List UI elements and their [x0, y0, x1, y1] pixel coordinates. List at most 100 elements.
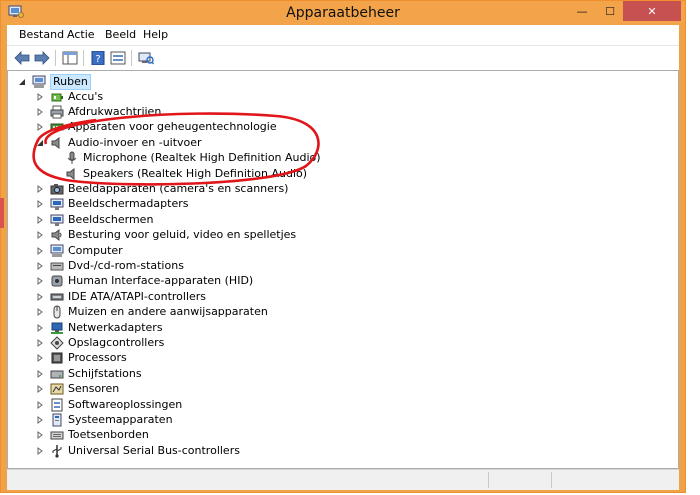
tree-category-label: Audio-invoer en -uitvoer [68, 135, 202, 149]
expand-arrow-icon[interactable] [35, 385, 44, 394]
tree-category-item[interactable]: Systeemapparaten [35, 412, 173, 427]
tree-category-item[interactable]: Besturing voor geluid, video en spelletj… [35, 228, 296, 243]
device-tree-panel[interactable]: Ruben Accu's Afdrukwachtrijen Apparaten vo… [7, 70, 679, 469]
ide-controller-icon [50, 290, 64, 304]
expand-arrow-icon[interactable] [35, 215, 44, 224]
expand-arrow-icon[interactable] [35, 400, 44, 409]
camera-icon [50, 182, 64, 196]
expand-arrow-icon[interactable] [35, 338, 44, 347]
show-hide-console-tree-button[interactable] [61, 49, 79, 67]
scan-hardware-button[interactable] [137, 49, 155, 67]
expand-arrow-icon[interactable] [35, 308, 44, 317]
menu-help[interactable]: Help [143, 28, 168, 41]
tree-category-label: Beeldschermadapters [68, 197, 189, 211]
forward-button[interactable] [33, 49, 51, 67]
tree-category-item[interactable]: Accu's [35, 89, 103, 104]
sensor-icon [50, 382, 64, 396]
collapse-arrow-icon[interactable] [17, 77, 26, 86]
toolbar: ? [7, 45, 679, 70]
processor-icon [50, 351, 64, 365]
toolbar-separator [55, 50, 56, 66]
expand-arrow-icon[interactable] [35, 277, 44, 286]
sound-icon [50, 228, 64, 242]
tree-category-item[interactable]: Netwerkadapters [35, 320, 163, 335]
tree-category-item[interactable]: Apparaten voor geheugentechnologie [35, 120, 277, 135]
menu-bar: Bestand Actie Beeld Help [7, 25, 679, 45]
tree-category-label: Processors [68, 351, 127, 365]
tree-category-item[interactable]: Muizen en andere aanwijsapparaten [35, 305, 268, 320]
expand-arrow-icon[interactable] [35, 292, 44, 301]
tree-category-item[interactable]: Processors [35, 351, 127, 366]
tree-category-item[interactable]: Human Interface-apparaten (HID) [35, 274, 253, 289]
arrow-right-icon [34, 51, 50, 65]
tree-category-item[interactable]: Toetsenborden [35, 428, 149, 443]
collapse-arrow-icon[interactable] [35, 138, 44, 147]
svg-text:?: ? [95, 54, 100, 65]
properties-button[interactable] [109, 49, 127, 67]
tree-category-item[interactable]: Opslagcontrollers [35, 335, 164, 350]
tree-category-label: Human Interface-apparaten (HID) [68, 274, 254, 288]
maximize-button[interactable]: ☐ [597, 1, 623, 21]
speaker-icon [50, 136, 64, 150]
tree-category-item[interactable]: Computer [35, 243, 123, 258]
storage-controller-icon [50, 336, 64, 350]
expand-arrow-icon[interactable] [35, 261, 44, 270]
tree-category-item[interactable]: Audio-invoer en -uitvoer [35, 135, 202, 150]
menu-beeld[interactable]: Beeld [105, 28, 136, 41]
hid-icon [50, 274, 64, 288]
tree-category-item[interactable]: Afdrukwachtrijen [35, 104, 161, 119]
tree-category-label: Schijfstations [68, 366, 142, 380]
tree-category-label: Muizen en andere aanwijsapparaten [68, 305, 268, 319]
tree-category-item[interactable]: Beeldapparaten (camera's en scanners) [35, 181, 288, 196]
tree-category-item[interactable]: IDE ATA/ATAPI-controllers [35, 289, 206, 304]
tree-category-item[interactable]: Beeldschermen [35, 212, 153, 227]
background-window-edge [0, 198, 4, 228]
disc-drive-icon [50, 259, 64, 273]
tree-category-label: Netwerkadapters [68, 320, 163, 334]
tree-category-item[interactable]: Sensoren [35, 382, 119, 397]
close-button[interactable]: ✕ [623, 1, 681, 21]
expand-arrow-icon[interactable] [35, 369, 44, 378]
menu-bestand[interactable]: Bestand [19, 28, 64, 41]
tree-category-label: IDE ATA/ATAPI-controllers [68, 289, 207, 303]
tree-category-item[interactable]: Dvd-/cd-rom-stations [35, 258, 184, 273]
expand-arrow-icon[interactable] [35, 231, 44, 240]
computer-icon [50, 244, 64, 258]
menu-actie[interactable]: Actie [67, 28, 95, 41]
expand-arrow-icon[interactable] [35, 415, 44, 424]
device-manager-window: Apparaatbeheer — ☐ ✕ Bestand Actie Beeld… [0, 0, 686, 493]
usb-icon [50, 444, 64, 458]
expand-arrow-icon[interactable] [35, 246, 44, 255]
expand-arrow-icon[interactable] [35, 354, 44, 363]
expand-arrow-icon[interactable] [35, 107, 44, 116]
tree-category-label: Opslagcontrollers [68, 335, 165, 349]
tree-category-item[interactable]: Schijfstations [35, 366, 142, 381]
expand-arrow-icon[interactable] [35, 323, 44, 332]
minimize-button[interactable]: — [569, 1, 595, 21]
title-bar[interactable]: Apparaatbeheer — ☐ ✕ [1, 1, 685, 25]
tree-category-label: Sensoren [68, 382, 120, 396]
expand-arrow-icon[interactable] [35, 446, 44, 455]
tree-category-label: Toetsenborden [68, 428, 149, 442]
memory-device-icon [50, 120, 64, 134]
system-device-icon [50, 413, 64, 427]
help-button[interactable]: ? [89, 49, 107, 67]
tree-root[interactable]: Ruben [17, 73, 91, 90]
tree-category-item[interactable]: Softwareoplossingen [35, 397, 182, 412]
expand-arrow-icon[interactable] [35, 92, 44, 101]
tree-category-item[interactable]: Beeldschermadapters [35, 197, 188, 212]
expand-arrow-icon[interactable] [35, 123, 44, 132]
expand-arrow-icon[interactable] [35, 184, 44, 193]
monitor-icon [50, 213, 64, 227]
tree-device-item[interactable]: Speakers (Realtek High Definition Audio) [65, 166, 307, 181]
back-button[interactable] [13, 49, 31, 67]
speaker-icon [65, 167, 79, 181]
properties-icon [110, 51, 126, 65]
tree-category-item[interactable]: Universal Serial Bus-controllers [35, 443, 240, 458]
expand-arrow-icon[interactable] [35, 200, 44, 209]
tree-device-label: Speakers (Realtek High Definition Audio) [83, 166, 308, 180]
help-icon: ? [91, 51, 105, 65]
tree-device-item[interactable]: Microphone (Realtek High Definition Audi… [65, 151, 321, 166]
expand-arrow-icon[interactable] [35, 431, 44, 440]
arrow-left-icon [14, 51, 30, 65]
